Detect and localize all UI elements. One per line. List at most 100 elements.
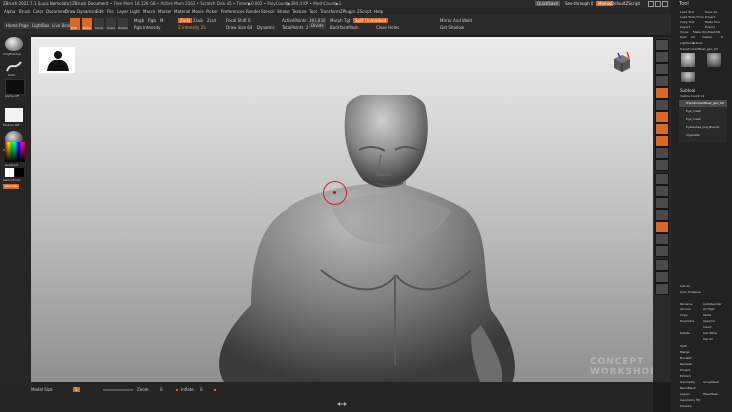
lightbox-tools-button[interactable]: Lightbox▶Tools <box>680 41 703 46</box>
bpr-icon[interactable] <box>655 39 669 51</box>
insert-button[interactable]: Insert <box>703 325 712 330</box>
menu-macro[interactable]: Macro <box>143 9 155 14</box>
z-intensity-slider[interactable]: Z Intensity 25 <box>178 25 206 30</box>
list-item[interactable]: Eyelashes_low_Blend1 <box>679 124 727 131</box>
list-item[interactable]: Cigarette <box>679 132 727 139</box>
mirror-and-weld-button[interactable]: Mirror And Weld <box>440 18 472 23</box>
merge-section[interactable]: Merge <box>680 350 689 355</box>
del-other-button[interactable]: Del Other <box>703 331 717 336</box>
lightbox-button[interactable]: LightBox <box>30 22 52 29</box>
del-hidden-morph-tgt[interactable]: Morph Tgt <box>330 18 350 23</box>
preview-section[interactable]: Preview <box>680 404 692 409</box>
gxyz-icon[interactable] <box>655 159 669 171</box>
scale-button[interactable]: Scale <box>106 18 116 30</box>
project-section[interactable]: Project <box>680 368 690 373</box>
switch-color-button[interactable]: SwitchColor <box>3 178 21 183</box>
menu-movie[interactable]: Movie <box>192 9 204 14</box>
subtool-header[interactable]: Subtool <box>680 88 695 93</box>
geometry-section[interactable]: Geometry <box>680 380 695 385</box>
default-zscript-button[interactable]: DefaultZScript <box>611 1 640 6</box>
menu-stroke[interactable]: Stroke <box>277 9 290 14</box>
edit-button[interactable]: Edit <box>70 18 80 30</box>
paste-button[interactable]: Paste <box>703 313 711 318</box>
fibermesh-section[interactable]: FiberMesh <box>703 392 718 397</box>
menu-tool[interactable]: Tool <box>309 9 317 14</box>
actual-icon[interactable] <box>655 87 669 99</box>
primary-color-swatch[interactable] <box>5 168 14 177</box>
layers-section[interactable]: Layers <box>680 392 690 397</box>
menu-transform[interactable]: Transform <box>320 9 340 14</box>
zadd-button[interactable]: Zadd <box>178 18 193 23</box>
close-holes-button[interactable]: Close Holes <box>376 25 399 30</box>
all-button[interactable]: All <box>691 35 695 40</box>
menu-zplugin[interactable]: ZPlugin <box>340 9 355 14</box>
silhouette-navigator[interactable] <box>39 47 75 73</box>
alpha-icon[interactable] <box>5 79 25 95</box>
nanomesh-section[interactable]: NanoMesh <box>680 386 696 391</box>
menu-render[interactable]: Render <box>246 9 260 14</box>
menu-light[interactable]: Light <box>130 9 140 14</box>
list-item[interactable]: Eye_mesh <box>679 108 727 115</box>
bust-model[interactable] <box>181 95 561 382</box>
model-size-value[interactable]: 1 <box>73 387 80 392</box>
color-picker[interactable] <box>5 142 25 162</box>
menu-edit[interactable]: Edit <box>96 9 104 14</box>
zoom-slider-track[interactable] <box>103 389 133 391</box>
model-size-slider[interactable]: Model Size <box>31 387 53 392</box>
menu-picker[interactable]: Picker <box>206 9 218 14</box>
get-shadow-button[interactable]: Get Shadow <box>440 25 464 30</box>
home-page-button[interactable]: Home Page <box>4 22 31 29</box>
r-button[interactable]: R <box>721 35 723 40</box>
nav-cube-icon[interactable] <box>611 51 633 73</box>
tool-thumbnail-simple-brush[interactable] <box>707 53 721 67</box>
transp-icon[interactable] <box>655 245 669 257</box>
all-low-button[interactable]: All Low <box>680 307 691 312</box>
ghost-icon[interactable] <box>655 259 669 271</box>
rgb-intensity-slider[interactable]: Rgb Intensity <box>134 25 161 30</box>
quicksave-button[interactable]: QuickSave <box>535 1 561 6</box>
tool-thumbnail-bust[interactable] <box>681 53 695 67</box>
menu-color[interactable]: Color <box>33 9 43 14</box>
geometry-hd-section[interactable]: Geometry HD <box>680 398 700 403</box>
boolean-section[interactable]: Boolean <box>680 356 692 361</box>
list-item[interactable]: TransformedBust_geo_03 <box>679 100 727 107</box>
auto-collapse-button[interactable]: Auto Collapse <box>680 290 701 295</box>
list-all-button[interactable]: List All <box>680 284 690 289</box>
scroll-icon[interactable] <box>655 63 669 75</box>
split-section[interactable]: Split <box>680 344 687 349</box>
menu-material[interactable]: Material <box>174 9 190 14</box>
floor-icon[interactable] <box>655 123 669 135</box>
list-item[interactable]: Eye_mesh <box>679 116 727 123</box>
backface-mask-button[interactable]: BackfaceMask <box>330 25 359 30</box>
mrgb-button[interactable]: Mrgb <box>134 18 144 23</box>
rotate-icon[interactable] <box>655 209 669 221</box>
split-unmasked-button[interactable]: Split Unmasked <box>353 18 389 23</box>
polyf-icon[interactable] <box>655 233 669 245</box>
draw-size-slider[interactable]: Draw Size 64 <box>226 25 252 30</box>
menu-stencil[interactable]: Stencil <box>261 9 275 14</box>
menu-alpha[interactable]: Alpha <box>4 9 15 14</box>
zsub-button[interactable]: Zsub <box>193 18 203 23</box>
remesh-section[interactable]: Remesh <box>680 362 692 367</box>
spix-icon[interactable] <box>655 51 669 63</box>
delete-button[interactable]: Delete <box>680 331 690 336</box>
menu-draw[interactable]: Draw <box>65 9 75 14</box>
frame-icon[interactable] <box>655 173 669 185</box>
menu-preferences[interactable]: Preferences <box>221 9 245 14</box>
menu-help[interactable]: Help <box>374 9 383 14</box>
del-all-button[interactable]: Del All <box>703 337 713 342</box>
rotate-button[interactable]: Rotate <box>118 18 128 30</box>
arraymesh-section[interactable]: ArrayMesh <box>703 380 719 385</box>
local-icon[interactable] <box>655 135 669 147</box>
tool-thumbnail-small[interactable] <box>681 72 695 82</box>
extract-section[interactable]: Extract <box>680 374 691 379</box>
menu-marker[interactable]: Marker <box>158 9 172 14</box>
all-high-button[interactable]: All High <box>703 307 715 312</box>
menu-zscript[interactable]: ZScript <box>357 9 371 14</box>
draw-button[interactable]: Draw <box>82 18 92 30</box>
minimize-icon[interactable] <box>648 1 654 7</box>
append-button[interactable]: Append <box>703 319 715 324</box>
goz-button[interactable]: GoZ <box>680 35 686 40</box>
move-arrows-icon[interactable] <box>337 391 347 406</box>
zcut-button[interactable]: Zcut <box>207 18 216 23</box>
